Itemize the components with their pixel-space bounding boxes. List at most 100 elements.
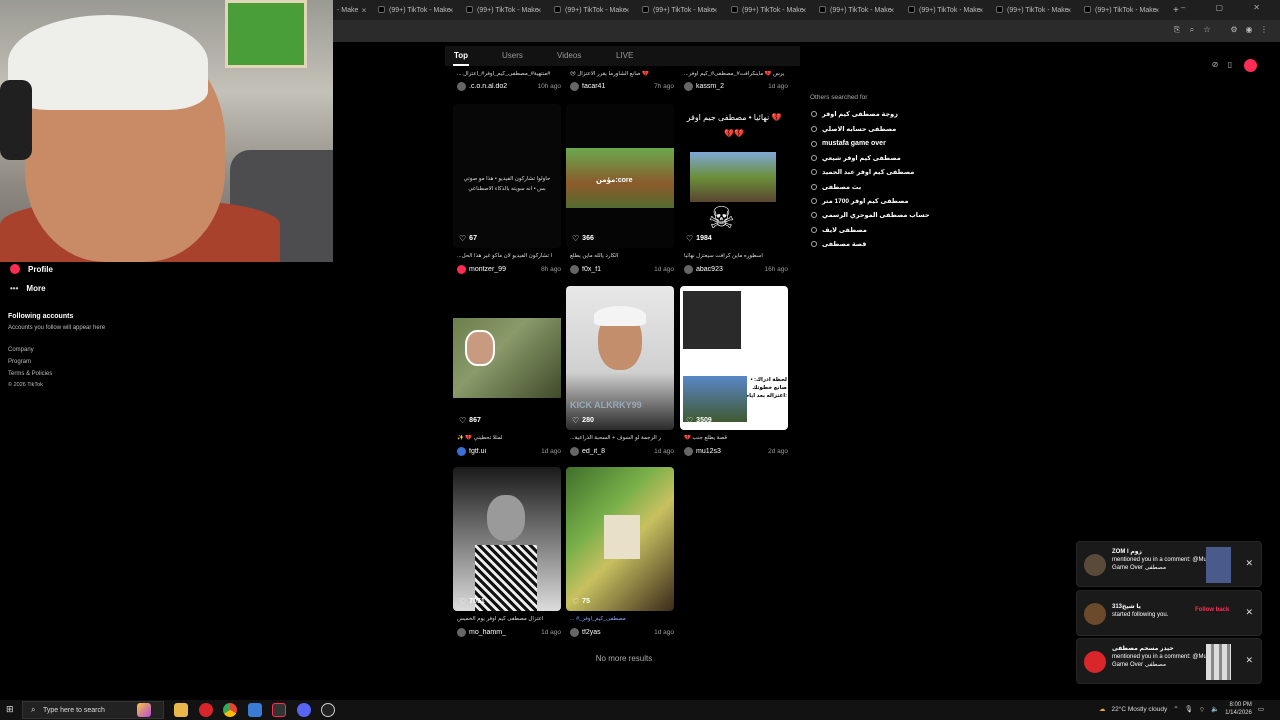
- video-author[interactable]: fgtf.ui 1d ago: [457, 447, 561, 456]
- video-author[interactable]: mu12s3 2d ago: [684, 447, 788, 456]
- like-count: ♡ 75: [572, 597, 590, 606]
- taskbar-clock[interactable]: 8:00 PM 1/14/2026: [1225, 701, 1252, 717]
- extensions-icon[interactable]: ⚙: [1229, 25, 1239, 35]
- browser-tab[interactable]: (99+) TikTok - Make ×: [819, 3, 897, 18]
- tab-live[interactable]: LIVE: [616, 51, 633, 60]
- tab-users[interactable]: Users: [502, 51, 523, 60]
- close-tab-icon[interactable]: ×: [534, 3, 544, 18]
- browser-tab[interactable]: (99+) TikTok - Make ×: [731, 3, 809, 18]
- video-author[interactable]: mo_hamm_ 1d ago: [457, 628, 561, 637]
- video-thumbnail[interactable]: مؤمن:core: [566, 104, 674, 248]
- like-count: ♡ 67: [459, 234, 477, 243]
- footer-link-program[interactable]: Program: [8, 359, 31, 365]
- browser-tab[interactable]: - Make ×: [337, 3, 369, 18]
- close-tab-icon[interactable]: ×: [710, 3, 720, 18]
- tab-videos[interactable]: Videos: [557, 51, 581, 60]
- search-tabs: Top Users Videos LIVE: [445, 46, 800, 66]
- notification-toast[interactable]: حيدر مسحم مصطفى mentioned you in a commen…: [1076, 638, 1262, 684]
- microphone-icon[interactable]: 🎙: [1185, 705, 1193, 713]
- browser-tab[interactable]: (99+) TikTok - Make ×: [908, 3, 986, 18]
- file-explorer-icon[interactable]: [174, 703, 188, 717]
- browser-tab[interactable]: (99+) TikTok - Make ×: [554, 3, 632, 18]
- install-app-icon[interactable]: ⎘: [1172, 25, 1182, 35]
- user-avatar[interactable]: [1244, 59, 1257, 72]
- following-accounts-heading: Following accounts: [8, 313, 74, 320]
- browser-tab[interactable]: (99+) TikTok - Make ×: [466, 3, 544, 18]
- browser-tab[interactable]: (99+) TikTok - Make ×: [378, 3, 456, 18]
- video-author[interactable]: ed_it_8 1d ago: [570, 447, 674, 456]
- video-author[interactable]: kassm_2 1d ago: [684, 82, 788, 91]
- browser-tab[interactable]: (99+) TikTok - Make ×: [642, 3, 720, 18]
- notification-toast[interactable]: ZOM l زوم mentioned you in a comment: @Mu…: [1076, 541, 1262, 587]
- close-tab-icon[interactable]: ×: [622, 3, 632, 18]
- video-thumbnail[interactable]: [453, 467, 561, 611]
- footer-link-terms[interactable]: Terms & Policies: [8, 371, 52, 377]
- minecraft-character: [604, 515, 640, 559]
- close-tab-icon[interactable]: ×: [799, 3, 809, 18]
- profile-avatar-icon[interactable]: ◉: [1244, 25, 1254, 35]
- video-thumbnail[interactable]: [453, 286, 561, 430]
- close-tab-icon[interactable]: ×: [359, 3, 369, 18]
- tiktok-icon[interactable]: [272, 703, 286, 717]
- sidebar-item-more[interactable]: ••• More: [10, 284, 46, 293]
- video-author[interactable]: abac923 16h ago: [684, 265, 788, 274]
- related-search-item[interactable]: مصطفى كيم اوفر عبد الحميد: [811, 168, 914, 176]
- close-icon[interactable]: ✕: [1245, 558, 1253, 569]
- wifi-icon[interactable]: ⌔: [1199, 705, 1205, 714]
- weather-text[interactable]: 22°C Mostly cloudy: [1111, 706, 1167, 713]
- chrome-icon[interactable]: [223, 703, 237, 717]
- follow-back-button[interactable]: Follow back: [1195, 607, 1229, 613]
- media-player-icon[interactable]: [321, 703, 335, 717]
- zoom-icon[interactable]: ⌕: [1187, 25, 1197, 35]
- browser-menu-icon[interactable]: ⋮: [1259, 25, 1269, 35]
- video-thumbnail[interactable]: KICK ALKRKY99: [566, 286, 674, 430]
- tab-top[interactable]: Top: [454, 51, 468, 60]
- video-author[interactable]: tf2yas 1d ago: [570, 628, 674, 637]
- copilot-icon[interactable]: [137, 703, 151, 717]
- close-tab-icon[interactable]: ×: [1064, 3, 1074, 18]
- messages-icon[interactable]: ⊘: [1209, 59, 1221, 71]
- related-search-item[interactable]: بث مصطفى: [811, 183, 861, 191]
- close-icon[interactable]: ✕: [1245, 655, 1253, 666]
- app-icon[interactable]: [248, 703, 262, 717]
- related-search-item[interactable]: زوجة مصطفى كيم اوفر: [811, 110, 898, 118]
- close-icon[interactable]: ✕: [1245, 607, 1253, 618]
- related-search-item[interactable]: قصة مصطفى: [811, 240, 866, 248]
- video-author[interactable]: montzer_99 8h ago: [457, 265, 561, 274]
- taskbar: [0, 700, 1280, 720]
- video-thumbnail[interactable]: حاولوا تشاركون الفيديو • هذا مو صوتي بس …: [453, 104, 561, 248]
- notification-toast[interactable]: 313يا شيخ started following you. Follow b…: [1076, 590, 1262, 636]
- video-caption: ... #_مصطفى_كيم_اوفر: [570, 616, 626, 622]
- search-icon: [811, 155, 817, 161]
- window-controls[interactable]: – ▢ ✕: [1181, 3, 1274, 12]
- close-tab-icon[interactable]: ×: [976, 3, 986, 18]
- notification-center-icon[interactable]: ▭: [1258, 705, 1264, 713]
- windows-start-icon[interactable]: ⊞: [6, 704, 14, 715]
- video-thumbnail[interactable]: لحظة ادراك: • صانع خطوتك اعتزاله بعد ايا…: [680, 286, 788, 430]
- related-search-item[interactable]: مصطفى كيم اوفر شيعي: [811, 154, 901, 162]
- video-thumbnail[interactable]: [566, 467, 674, 611]
- related-search-item[interactable]: مصطفى لايف: [811, 226, 867, 234]
- volume-icon[interactable]: 🔈: [1211, 705, 1219, 713]
- video-author[interactable]: facar41 7h ago: [570, 82, 674, 91]
- opera-icon[interactable]: [199, 703, 213, 717]
- close-tab-icon[interactable]: ×: [1152, 3, 1162, 18]
- close-tab-icon[interactable]: ×: [887, 3, 897, 18]
- browser-tab[interactable]: (99+) TikTok - Make ×: [996, 3, 1074, 18]
- sidebar-item-profile[interactable]: Profile: [10, 264, 53, 274]
- close-tab-icon[interactable]: ×: [446, 3, 456, 18]
- related-search-item[interactable]: mustafa game over: [811, 140, 886, 147]
- related-search-item[interactable]: مصطفى حسابه الاصلي: [811, 125, 896, 133]
- video-author[interactable]: f0x_f1 1d ago: [570, 265, 674, 274]
- browser-tab[interactable]: (99+) TikTok - Make ×: [1084, 3, 1162, 18]
- video-thumbnail[interactable]: نهائيا • مصطفى جيم اوفر 💔💔💔 ☠: [680, 104, 788, 248]
- footer-link-company[interactable]: Company: [8, 347, 34, 353]
- bookmark-star-icon[interactable]: ☆: [1202, 25, 1212, 35]
- video-author[interactable]: .c.o.n.al.do2 10h ago: [457, 82, 561, 91]
- related-search-item[interactable]: مصطفى كيم اوفر 1700 متر: [811, 197, 909, 205]
- related-search-item[interactable]: حساب مصطفى الموحري الرسمي: [811, 211, 930, 219]
- video-image: [683, 291, 741, 349]
- discord-icon[interactable]: [297, 703, 311, 717]
- inbox-icon[interactable]: ▯: [1224, 59, 1236, 71]
- tray-chevron-icon[interactable]: ⌃: [1173, 705, 1178, 713]
